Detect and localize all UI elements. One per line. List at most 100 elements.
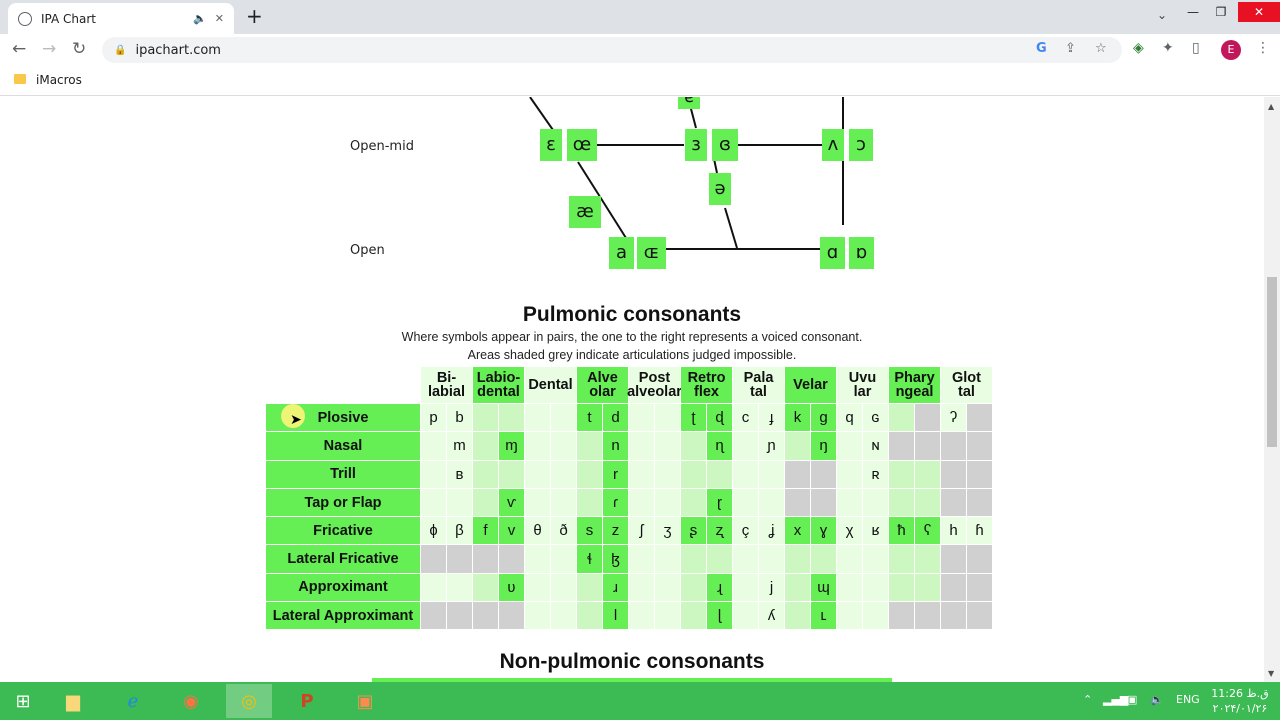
consonant-symbol[interactable]: ɲ <box>759 432 784 460</box>
consonant-symbol[interactable]: k <box>785 404 810 432</box>
vowel-symbol[interactable]: ɐ <box>678 97 700 109</box>
consonant-symbol[interactable]: ɬ <box>577 545 602 573</box>
consonant-symbol[interactable]: t <box>577 404 602 432</box>
consonant-symbol[interactable]: ɮ <box>603 545 628 573</box>
consonant-symbol[interactable]: ɽ <box>707 488 732 517</box>
clock[interactable]: 11:26 ق.ظ ۲۰۲۴/۰۱/۲۶ <box>1208 686 1272 716</box>
consonant-symbol[interactable]: ⱱ <box>499 488 524 517</box>
restore-button[interactable]: ❐ <box>1208 2 1234 22</box>
consonant-symbol[interactable]: ʋ <box>499 573 524 602</box>
vowel-symbol[interactable]: ə <box>709 173 731 205</box>
vowel-symbol[interactable]: a <box>609 237 634 269</box>
powerpoint-icon[interactable]: P <box>284 684 330 718</box>
consonant-symbol[interactable]: q <box>837 404 862 432</box>
consonant-symbol[interactable]: ɦ <box>967 517 992 545</box>
consonant-symbol[interactable]: ɭ <box>707 602 732 630</box>
address-bar[interactable]: 🔒 ipachart.com <box>102 37 1122 63</box>
consonant-symbol[interactable]: χ <box>837 517 862 545</box>
tab-search-chevron-icon[interactable]: ⌄ <box>1157 8 1167 22</box>
firefox-icon[interactable]: ◉ <box>168 684 214 718</box>
vowel-symbol[interactable]: æ <box>569 196 601 228</box>
scroll-down-icon[interactable]: ▼ <box>1268 669 1274 678</box>
profile-avatar[interactable]: E <box>1221 40 1241 60</box>
forward-arrow-icon[interactable]: → <box>42 40 56 58</box>
language-indicator[interactable]: ENG <box>1176 693 1200 706</box>
lock-icon[interactable]: 🔒 <box>114 45 126 56</box>
speaker-icon[interactable]: 🔈 <box>193 12 207 25</box>
consonant-symbol[interactable]: ɾ <box>603 488 628 517</box>
vowel-symbol[interactable]: ɜ <box>685 129 707 161</box>
consonant-symbol[interactable]: v <box>499 517 524 545</box>
consonant-symbol[interactable]: ɟ <box>759 404 784 432</box>
side-panel-icon[interactable]: ▯ <box>1192 40 1200 56</box>
internet-explorer-icon[interactable]: ℯ <box>110 684 156 718</box>
consonant-symbol[interactable]: ɢ <box>863 404 888 432</box>
consonant-symbol[interactable]: ɣ <box>811 517 836 545</box>
vowel-symbol[interactable]: ɔ <box>849 129 873 161</box>
consonant-symbol[interactable]: r <box>603 460 628 488</box>
consonant-symbol[interactable]: ɴ <box>863 432 888 460</box>
puzzle-icon[interactable]: ✦ <box>1162 40 1174 56</box>
consonant-symbol[interactable]: x <box>785 517 810 545</box>
battery-icon[interactable]: ▣ <box>1127 693 1137 706</box>
screen-recorder-icon[interactable]: ▣ <box>342 684 388 718</box>
back-arrow-icon[interactable]: ← <box>12 40 26 58</box>
extension-icon[interactable]: ◈ <box>1133 40 1144 56</box>
close-tab-icon[interactable]: ✕ <box>215 12 224 25</box>
consonant-symbol[interactable]: ħ <box>889 517 914 545</box>
consonant-symbol[interactable]: z <box>603 517 628 545</box>
consonant-symbol[interactable]: m <box>447 432 472 460</box>
vowel-symbol[interactable]: ɶ <box>637 237 666 269</box>
consonant-symbol[interactable]: p <box>421 404 446 432</box>
volume-icon[interactable]: 🔈 <box>1150 693 1164 706</box>
google-lens-icon[interactable]: G <box>1036 41 1047 56</box>
consonant-symbol[interactable]: l <box>603 602 628 630</box>
consonant-symbol[interactable]: c <box>733 404 758 432</box>
new-tab-button[interactable]: + <box>246 6 263 26</box>
consonant-symbol[interactable]: ʎ <box>759 602 784 630</box>
chrome-icon[interactable]: ◎ <box>226 684 272 718</box>
reload-icon[interactable]: ↻ <box>72 40 86 58</box>
consonant-symbol[interactable]: s <box>577 517 602 545</box>
vowel-symbol[interactable]: ʌ <box>822 129 844 161</box>
consonant-symbol[interactable]: β <box>447 517 472 545</box>
consonant-symbol[interactable]: ʔ <box>941 404 966 432</box>
consonant-symbol[interactable]: ʈ <box>681 404 706 432</box>
consonant-symbol[interactable]: ɻ <box>707 573 732 602</box>
consonant-symbol[interactable]: ŋ <box>811 432 836 460</box>
vowel-symbol[interactable]: ɒ <box>849 237 874 269</box>
tray-chevron-icon[interactable]: ⌃ <box>1083 693 1092 706</box>
consonant-symbol[interactable]: ɡ <box>811 404 836 432</box>
consonant-symbol[interactable]: d <box>603 404 628 432</box>
consonant-symbol[interactable]: ɖ <box>707 404 732 432</box>
consonant-symbol[interactable]: ʕ <box>915 517 940 545</box>
consonant-symbol[interactable]: ʟ <box>811 602 836 630</box>
consonant-symbol[interactable]: ɹ <box>603 573 628 602</box>
consonant-symbol[interactable]: θ <box>525 517 550 545</box>
consonant-symbol[interactable]: ʒ <box>655 517 680 545</box>
consonant-symbol[interactable]: j <box>759 573 784 602</box>
consonant-symbol[interactable]: ɰ <box>811 573 836 602</box>
scrollbar-thumb[interactable] <box>1267 277 1277 447</box>
vowel-symbol[interactable]: ɑ <box>820 237 845 269</box>
page-scrollbar[interactable]: ▲ ▼ <box>1264 97 1280 682</box>
vowel-symbol[interactable]: ɛ <box>540 129 562 161</box>
consonant-symbol[interactable]: ʝ <box>759 517 784 545</box>
bookmark-star-icon[interactable]: ☆ <box>1095 41 1107 56</box>
consonant-symbol[interactable]: ʃ <box>629 517 654 545</box>
consonant-symbol[interactable]: n <box>603 432 628 460</box>
windows-start-icon[interactable]: ⊞ <box>0 684 46 718</box>
consonant-symbol[interactable]: f <box>473 517 498 545</box>
consonant-symbol[interactable]: ʁ <box>863 517 888 545</box>
vowel-symbol[interactable]: œ <box>567 129 597 161</box>
close-window-button[interactable]: ✕ <box>1238 2 1280 22</box>
consonant-symbol[interactable]: ʂ <box>681 517 706 545</box>
consonant-symbol[interactable]: ʙ <box>447 460 472 488</box>
consonant-symbol[interactable]: ɳ <box>707 432 732 460</box>
menu-kebab-icon[interactable]: ⋮ <box>1256 40 1270 56</box>
consonant-symbol[interactable]: ʐ <box>707 517 732 545</box>
consonant-symbol[interactable]: ɸ <box>421 517 446 545</box>
consonant-symbol[interactable]: h <box>941 517 966 545</box>
file-explorer-icon[interactable]: ▆ <box>50 684 96 718</box>
vowel-symbol[interactable]: ɞ <box>712 129 738 161</box>
